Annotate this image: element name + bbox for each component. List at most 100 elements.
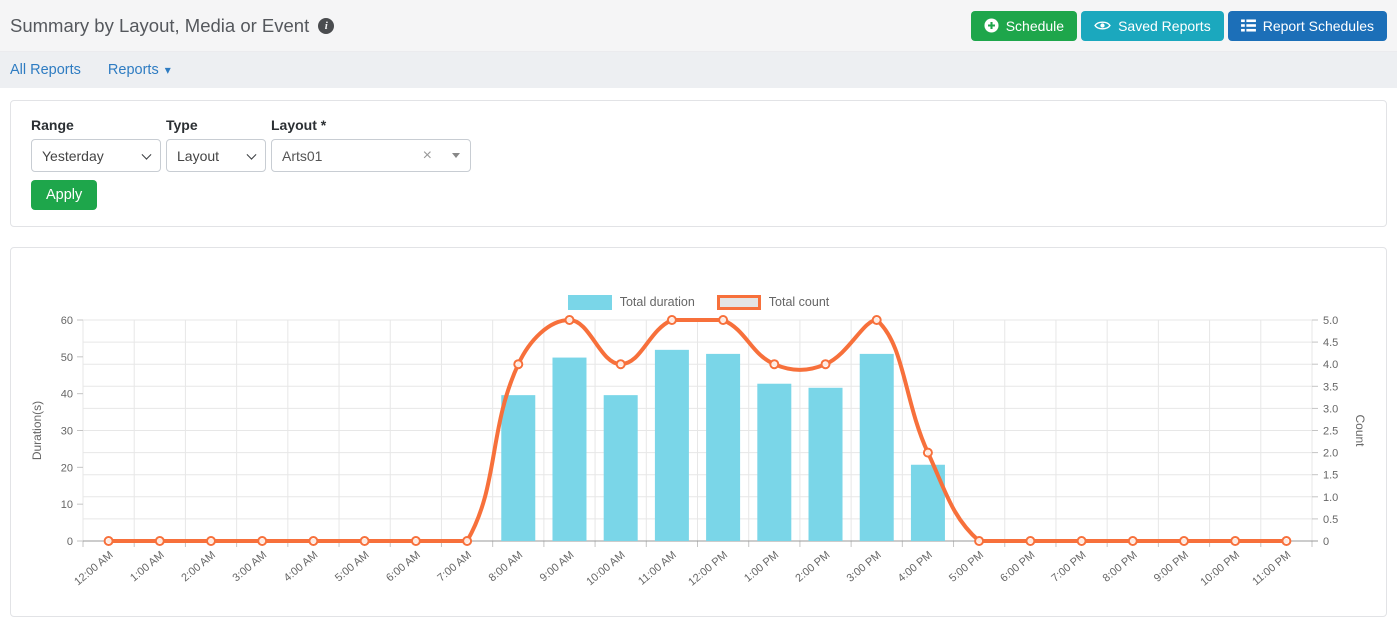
svg-text:7:00 AM: 7:00 AM xyxy=(435,549,474,584)
svg-text:8:00 PM: 8:00 PM xyxy=(1101,549,1140,585)
left-axis-title: Duration(s) xyxy=(30,401,44,460)
clear-icon[interactable]: × xyxy=(423,148,432,164)
right-axis-title: Count xyxy=(1353,414,1367,447)
svg-text:50: 50 xyxy=(61,352,73,364)
summary-chart-svg: 00.51.01.52.02.53.03.54.04.55.0010203040… xyxy=(26,310,1393,608)
svg-text:3.5: 3.5 xyxy=(1323,381,1338,393)
count-point-marker xyxy=(719,316,727,324)
svg-text:4:00 PM: 4:00 PM xyxy=(896,549,935,585)
duration-bar xyxy=(809,388,843,541)
chart-panel: Total durationTotal count 00.51.01.52.02… xyxy=(10,247,1387,617)
svg-text:3:00 AM: 3:00 AM xyxy=(231,549,270,584)
page-title-text: Summary by Layout, Media or Event xyxy=(10,15,309,37)
svg-text:6:00 PM: 6:00 PM xyxy=(998,549,1037,585)
range-label: Range xyxy=(31,117,161,133)
svg-text:3:00 PM: 3:00 PM xyxy=(845,549,884,585)
layout-label: Layout * xyxy=(271,117,471,133)
count-point-marker xyxy=(975,537,983,545)
range-select[interactable]: Yesterday xyxy=(31,139,161,172)
svg-text:2:00 AM: 2:00 AM xyxy=(179,549,218,584)
count-point-marker xyxy=(207,537,215,545)
count-point-marker xyxy=(258,537,266,545)
dropdown-arrow-icon xyxy=(452,153,460,158)
svg-text:4:00 AM: 4:00 AM xyxy=(282,549,321,584)
svg-text:9:00 AM: 9:00 AM xyxy=(538,549,577,584)
svg-text:10: 10 xyxy=(61,499,73,511)
saved-reports-button[interactable]: Saved Reports xyxy=(1081,11,1224,41)
plus-circle-icon xyxy=(984,18,999,33)
legend-bar-swatch xyxy=(568,295,612,310)
count-point-marker xyxy=(1129,537,1137,545)
count-point-marker xyxy=(822,360,830,368)
type-filter: Type Layout xyxy=(166,117,266,172)
count-point-marker xyxy=(361,537,369,545)
layout-select[interactable]: Arts01 × xyxy=(271,139,471,172)
duration-bar xyxy=(501,395,535,541)
duration-bar xyxy=(552,358,586,541)
count-point-marker xyxy=(566,316,574,324)
count-point-marker xyxy=(105,537,113,545)
nav-all-reports-label: All Reports xyxy=(10,62,81,78)
schedule-button-label: Schedule xyxy=(1006,18,1064,34)
svg-text:11:00 PM: 11:00 PM xyxy=(1250,549,1293,588)
svg-text:30: 30 xyxy=(61,426,73,438)
legend-line-swatch xyxy=(717,295,761,310)
svg-text:11:00 AM: 11:00 AM xyxy=(636,549,679,588)
svg-text:4.5: 4.5 xyxy=(1323,337,1338,349)
svg-text:5:00 AM: 5:00 AM xyxy=(333,549,372,584)
duration-bar xyxy=(655,350,689,541)
type-label: Type xyxy=(166,117,266,133)
svg-text:0.5: 0.5 xyxy=(1323,514,1338,526)
nav-reports-dropdown[interactable]: Reports ▾ xyxy=(108,62,171,78)
layout-select-value: Arts01 xyxy=(282,148,423,164)
svg-text:5:00 PM: 5:00 PM xyxy=(947,549,986,585)
apply-button[interactable]: Apply xyxy=(31,180,97,210)
legend-item-total-duration[interactable]: Total duration xyxy=(568,295,695,310)
caret-down-icon: ▾ xyxy=(165,63,171,77)
svg-text:8:00 AM: 8:00 AM xyxy=(487,549,526,584)
count-point-marker xyxy=(514,360,522,368)
eye-icon xyxy=(1094,19,1111,32)
layout-filter: Layout * Arts01 × xyxy=(271,117,471,172)
header-bar: Summary by Layout, Media or Event i Sche… xyxy=(0,0,1397,52)
legend-label: Total count xyxy=(769,295,829,309)
duration-bar xyxy=(604,395,638,541)
count-point-marker xyxy=(1231,537,1239,545)
report-schedules-button-label: Report Schedules xyxy=(1263,18,1374,34)
svg-text:2.0: 2.0 xyxy=(1323,448,1338,460)
info-circle-icon[interactable]: i xyxy=(318,18,334,34)
svg-text:40: 40 xyxy=(61,389,73,401)
nav-all-reports[interactable]: All Reports xyxy=(10,62,81,78)
count-point-marker xyxy=(463,537,471,545)
svg-text:60: 60 xyxy=(61,315,73,327)
count-point-marker xyxy=(617,360,625,368)
page-title: Summary by Layout, Media or Event i xyxy=(10,15,334,37)
type-select[interactable]: Layout xyxy=(166,139,266,172)
svg-text:1:00 PM: 1:00 PM xyxy=(742,549,781,585)
count-point-marker xyxy=(309,537,317,545)
schedule-button[interactable]: Schedule xyxy=(971,11,1077,41)
svg-text:10:00 AM: 10:00 AM xyxy=(584,549,627,588)
svg-text:9:00 PM: 9:00 PM xyxy=(1152,549,1191,585)
report-schedules-button[interactable]: Report Schedules xyxy=(1228,11,1387,41)
reports-navbar: All Reports Reports ▾ xyxy=(0,52,1397,88)
svg-text:6:00 AM: 6:00 AM xyxy=(384,549,423,584)
svg-text:0: 0 xyxy=(67,536,73,548)
nav-reports-label: Reports xyxy=(108,62,159,78)
chart-legend: Total duration Total count xyxy=(15,294,1382,310)
legend-item-total-count[interactable]: Total count xyxy=(717,295,829,310)
count-point-marker xyxy=(156,537,164,545)
svg-text:1.5: 1.5 xyxy=(1323,470,1338,482)
duration-bar xyxy=(757,384,791,541)
svg-text:7:00 PM: 7:00 PM xyxy=(1049,549,1088,585)
count-point-marker xyxy=(1026,537,1034,545)
count-point-marker xyxy=(873,316,881,324)
svg-text:2.5: 2.5 xyxy=(1323,426,1338,438)
count-point-marker xyxy=(1282,537,1290,545)
count-point-marker xyxy=(668,316,676,324)
list-icon xyxy=(1241,19,1256,32)
svg-text:0: 0 xyxy=(1323,536,1329,548)
count-point-marker xyxy=(1180,537,1188,545)
count-point-marker xyxy=(412,537,420,545)
count-point-marker xyxy=(924,449,932,457)
